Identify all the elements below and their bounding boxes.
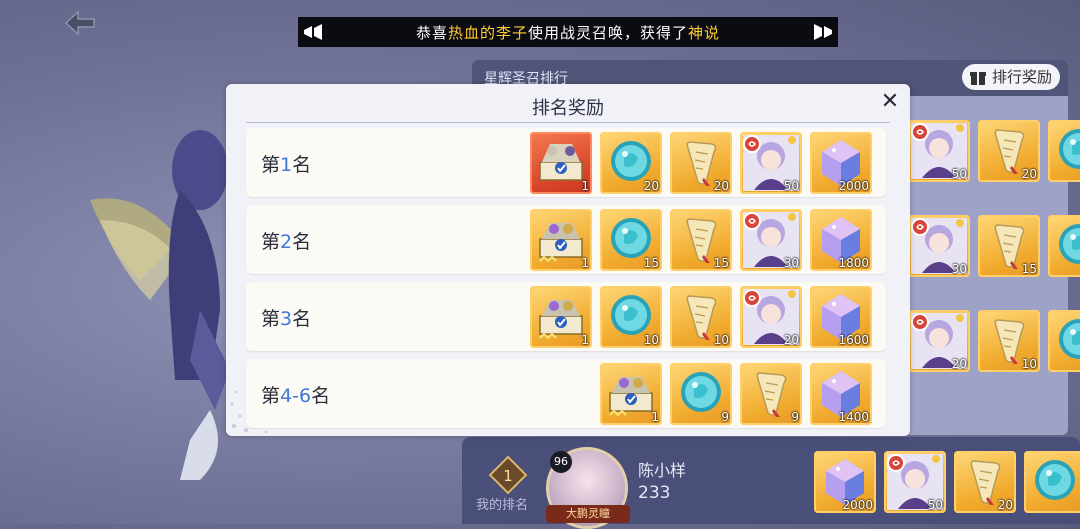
reward-item-crystal[interactable]: 1400 bbox=[810, 363, 872, 425]
megaphone-icon bbox=[808, 17, 838, 47]
rank-label: 第3名 bbox=[261, 308, 312, 330]
dialog-title: 排名奖励 bbox=[532, 98, 604, 119]
reward-row: 第3名 1 10 10 20 1600 bbox=[246, 282, 886, 351]
reward-item-chest[interactable]: 1 bbox=[530, 286, 592, 348]
preview-item-character[interactable]: 30 bbox=[908, 215, 970, 277]
back-button[interactable] bbox=[60, 8, 100, 38]
reward-row: 第4-6名 1 9 9 1400 bbox=[246, 359, 886, 428]
item-count: 50 bbox=[951, 167, 967, 181]
item-count: 1800 bbox=[838, 256, 869, 270]
item-count: 1 bbox=[581, 333, 589, 347]
banner-reward: 神说 bbox=[688, 23, 721, 42]
megaphone-icon bbox=[298, 17, 328, 47]
preview-item-orb[interactable] bbox=[1048, 120, 1080, 182]
item-count: 20 bbox=[1021, 167, 1037, 181]
item-count: 20 bbox=[713, 179, 729, 193]
gift-icon bbox=[969, 68, 987, 86]
reward-item-orb[interactable]: 15 bbox=[600, 209, 662, 271]
announcement-banner: 恭喜热血的李子使用战灵召唤，获得了神说 bbox=[298, 17, 838, 47]
reward-item-scroll[interactable]: 20 bbox=[670, 132, 732, 194]
reward-item-character[interactable]: 30 bbox=[740, 209, 802, 271]
my-reward-orb[interactable] bbox=[1024, 451, 1080, 513]
item-count: 20 bbox=[997, 498, 1013, 512]
reward-item-character[interactable]: 20 bbox=[740, 286, 802, 348]
reward-item-orb[interactable]: 9 bbox=[670, 363, 732, 425]
reward-item-scroll[interactable]: 10 bbox=[670, 286, 732, 348]
reward-row: 第1名 1 20 20 50 2000 bbox=[246, 128, 886, 197]
rank-reward-button-label: 排行奖励 bbox=[991, 68, 1052, 86]
reward-items: 1 9 9 1400 bbox=[600, 363, 872, 425]
preview-item-orb[interactable] bbox=[1048, 310, 1080, 372]
reward-items: 1 15 15 30 1800 bbox=[530, 209, 872, 271]
item-count: 2000 bbox=[838, 179, 869, 193]
my-rank-reward-items: 2000 50 20 bbox=[814, 451, 1080, 513]
banner-middle: 使用战灵召唤，获得了 bbox=[528, 23, 689, 42]
item-count: 20 bbox=[643, 179, 659, 193]
item-count: 1 bbox=[581, 256, 589, 270]
reward-row: 第2名 1 15 15 30 1800 bbox=[246, 205, 886, 274]
reward-item-chest[interactable]: 1 bbox=[600, 363, 662, 425]
title-divider bbox=[246, 122, 890, 123]
preview-item-scroll[interactable]: 15 bbox=[978, 215, 1040, 277]
my-rank-number: 1 bbox=[503, 467, 513, 485]
preview-item-character[interactable]: 20 bbox=[908, 310, 970, 372]
preview-item-orb[interactable] bbox=[1048, 215, 1080, 277]
item-count: 10 bbox=[643, 333, 659, 347]
my-reward-character[interactable]: 50 bbox=[884, 451, 946, 513]
item-count: 15 bbox=[1021, 262, 1037, 276]
reward-item-crystal[interactable]: 1800 bbox=[810, 209, 872, 271]
reward-item-scroll[interactable]: 15 bbox=[670, 209, 732, 271]
item-count: 15 bbox=[713, 256, 729, 270]
preview-item-scroll[interactable]: 10 bbox=[978, 310, 1040, 372]
my-rank-label: 我的排名 bbox=[476, 498, 529, 513]
rank-badge-icon: 1 bbox=[488, 455, 528, 495]
item-count: 15 bbox=[643, 256, 659, 270]
my-reward-scroll[interactable]: 20 bbox=[954, 451, 1016, 513]
back-arrow-icon bbox=[64, 10, 95, 36]
preview-item-character[interactable]: 50 bbox=[908, 120, 970, 182]
rank-reward-button[interactable]: 排行奖励 bbox=[961, 64, 1060, 90]
player-title-badge: 大鹏灵瞳 bbox=[546, 505, 630, 523]
reward-item-crystal[interactable]: 2000 bbox=[810, 132, 872, 194]
reward-item-chest-red[interactable]: 1 bbox=[530, 132, 592, 194]
item-count: 50 bbox=[927, 498, 943, 512]
rank-label: 第4-6名 bbox=[261, 385, 331, 407]
reward-item-scroll[interactable]: 9 bbox=[740, 363, 802, 425]
close-icon: ✕ bbox=[880, 89, 900, 114]
banner-player-name: 热血的李子 bbox=[447, 23, 528, 42]
item-count: 1 bbox=[651, 410, 659, 424]
item-count: 20 bbox=[783, 333, 799, 347]
reward-items: 1 10 10 20 1600 bbox=[530, 286, 872, 348]
item-count: 20 bbox=[951, 357, 967, 371]
item-count: 30 bbox=[951, 262, 967, 276]
item-count: 50 bbox=[783, 179, 799, 193]
reward-item-chest[interactable]: 1 bbox=[530, 209, 592, 271]
rank-reward-dialog: 排名奖励 ✕ 第1名 1 20 20 50 2000 第2名 1 15 15 30 1800 第3名 1 1… bbox=[226, 84, 910, 436]
item-count: 10 bbox=[713, 333, 729, 347]
item-count: 1 bbox=[581, 179, 589, 193]
item-count: 9 bbox=[721, 410, 729, 424]
item-count: 1400 bbox=[838, 410, 869, 424]
reward-items: 1 20 20 50 2000 bbox=[530, 132, 872, 194]
my-reward-crystal[interactable]: 2000 bbox=[814, 451, 876, 513]
player-score: 233 bbox=[638, 483, 671, 503]
my-rank-bar: 1 我的排名 96 大鹏灵瞳 陈小样 233 2000 50 20 bbox=[462, 437, 1080, 529]
reward-item-character[interactable]: 50 bbox=[740, 132, 802, 194]
rank-label: 第1名 bbox=[261, 154, 312, 176]
reward-item-orb[interactable]: 10 bbox=[600, 286, 662, 348]
banner-prefix: 恭喜 bbox=[415, 23, 448, 42]
item-count: 30 bbox=[783, 256, 799, 270]
player-name: 陈小样 bbox=[638, 461, 687, 480]
rank-label: 第2名 bbox=[261, 231, 312, 253]
reward-item-orb[interactable]: 20 bbox=[600, 132, 662, 194]
close-button[interactable]: ✕ bbox=[878, 90, 902, 114]
item-count: 1600 bbox=[838, 333, 869, 347]
player-level-badge: 96 bbox=[550, 451, 572, 473]
preview-item-scroll[interactable]: 20 bbox=[978, 120, 1040, 182]
item-count: 10 bbox=[1021, 357, 1037, 371]
item-count: 2000 bbox=[842, 498, 873, 512]
item-count: 9 bbox=[791, 410, 799, 424]
reward-item-crystal[interactable]: 1600 bbox=[810, 286, 872, 348]
